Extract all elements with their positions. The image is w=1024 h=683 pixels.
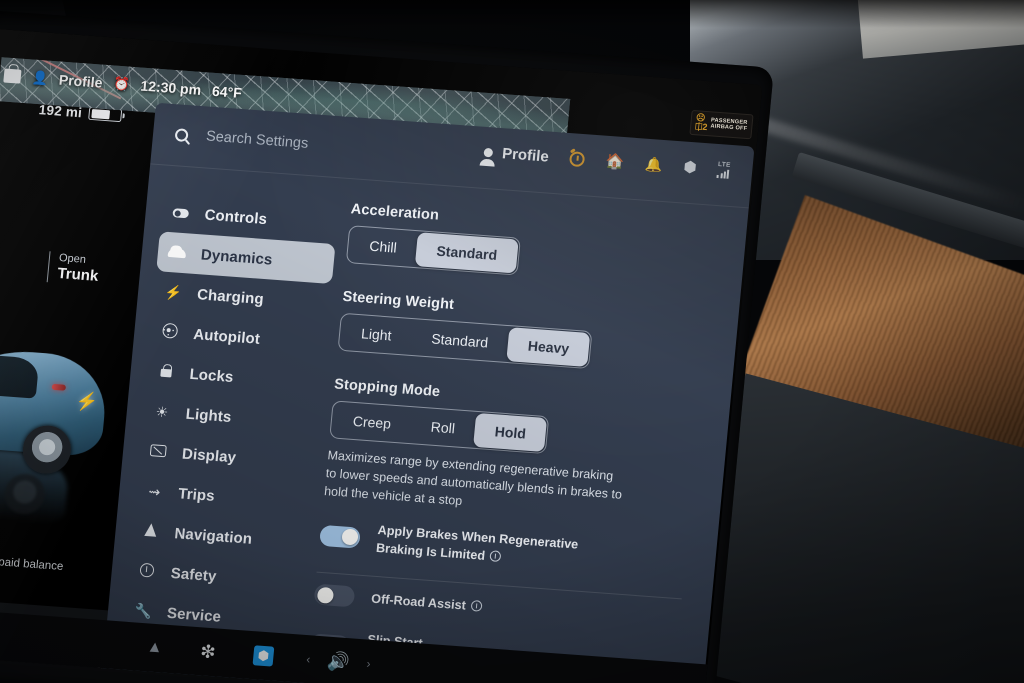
bluetooth-icon[interactable]: ⬢	[252, 645, 275, 667]
airbag-line-2: AIRBAG OFF	[710, 123, 748, 133]
wrench-icon: 🔧	[133, 601, 153, 620]
off-road-assist-label: Off-Road Assist	[370, 591, 467, 613]
map-time: 12:30 pm	[139, 77, 202, 98]
sidebar-item-label: Service	[166, 604, 222, 626]
signal-bars-icon[interactable]: LTE	[716, 160, 732, 179]
navigation-arrow-icon	[141, 522, 160, 540]
stopping-option-creep[interactable]: Creep	[331, 403, 412, 443]
warning-circle-icon	[137, 562, 157, 580]
passenger-airbag-off-icon: ☹ ⎅2 PASSENGER AIRBAG OFF	[689, 109, 754, 140]
fan-icon[interactable]: ❇	[199, 641, 217, 663]
stopping-mode-segmented-control[interactable]: Creep Roll Hold	[329, 400, 550, 455]
charging-bolt-icon: ⚡	[74, 390, 99, 413]
bluetooth-icon[interactable]: ⬢	[683, 158, 698, 177]
trips-icon: ⇝	[147, 482, 162, 500]
apply-brakes-label: Apply Brakes When Regenerative Braking I…	[375, 523, 579, 564]
trunk-word: Trunk	[56, 264, 100, 285]
chevron-left-icon[interactable]: ‹	[306, 652, 311, 666]
steering-wheel-icon	[160, 322, 180, 342]
stopping-option-hold[interactable]: Hold	[473, 412, 548, 452]
steering-weight-group: Steering Weight Light Standard Heavy	[337, 289, 709, 378]
lock-icon[interactable]	[3, 68, 22, 84]
screen-surface[interactable]: 192 mi Open Trunk ⚡ – Chec	[0, 28, 763, 683]
status-bar: Profile 🏠 🔔 ⬢ LTE	[483, 143, 731, 179]
alarm-clock-icon[interactable]	[569, 150, 586, 167]
stopping-mode-group: Stopping Mode Creep Roll Hold Maximizes …	[323, 376, 700, 527]
sidebar-item-label: Locks	[188, 365, 235, 386]
acceleration-option-chill[interactable]: Chill	[348, 227, 418, 266]
sidebar-item-label: Display	[181, 444, 237, 466]
search-settings-row[interactable]: Search Settings	[174, 126, 309, 152]
acceleration-group: Acceleration Chill Standard	[345, 201, 717, 290]
open-trunk-label[interactable]: Open Trunk	[46, 251, 101, 286]
network-type-label: LTE	[717, 160, 732, 169]
acceleration-option-standard[interactable]: Standard	[415, 232, 519, 274]
sidebar-item-label: Charging	[196, 285, 265, 308]
sidebar-item-label: Lights	[185, 405, 233, 426]
search-input[interactable]: Search Settings	[205, 128, 309, 151]
toggle-icon	[171, 204, 190, 221]
bell-icon[interactable]: 🔔	[644, 155, 664, 173]
alarm-clock-icon: ⏰	[112, 75, 131, 92]
bolt-icon: ⚡	[163, 283, 183, 301]
steering-weight-segmented-control[interactable]: Light Standard Heavy	[337, 312, 593, 370]
steering-option-standard[interactable]: Standard	[410, 320, 510, 361]
center-touchscreen[interactable]: 192 mi Open Trunk ⚡ – Chec	[0, 10, 784, 683]
info-icon[interactable]	[470, 599, 483, 612]
map-temperature: 64°F	[211, 82, 243, 101]
stopping-option-roll[interactable]: Roll	[409, 408, 476, 447]
acceleration-segmented-control[interactable]: Chill Standard	[345, 225, 521, 276]
person-icon: 👤	[31, 69, 49, 86]
tail-lamp	[51, 383, 67, 391]
sun-lights-icon: ☀	[154, 402, 170, 420]
chevron-right-icon[interactable]: ›	[366, 657, 371, 671]
steering-option-light[interactable]: Light	[340, 315, 413, 354]
sidebar-item-label: Navigation	[173, 524, 253, 548]
volume-icon[interactable]: 🔊	[326, 650, 350, 673]
sidebar-item-label: Safety	[170, 564, 218, 585]
vehicle-render[interactable]: ⚡	[0, 326, 122, 528]
profile-button[interactable]: Profile	[483, 143, 550, 166]
person-icon	[483, 147, 494, 157]
home-icon[interactable]: 🏠	[605, 152, 625, 171]
map-profile-label[interactable]: Profile	[58, 72, 103, 91]
map-overlay-status: 👤 Profile ⏰ 12:30 pm 64°F	[3, 68, 242, 101]
seat-heater-icon[interactable]: ▲	[146, 638, 163, 657]
airbag-glyph: ☹ ⎅2	[694, 112, 708, 133]
photo-scene: 192 mi Open Trunk ⚡ – Chec	[0, 0, 1024, 683]
airbag-text: PASSENGER AIRBAG OFF	[710, 117, 748, 133]
steering-option-heavy[interactable]: Heavy	[506, 327, 591, 367]
sidebar-item-label: Controls	[203, 206, 268, 228]
info-icon[interactable]	[489, 550, 502, 563]
lock-icon	[156, 363, 175, 380]
off-road-assist-toggle[interactable]	[313, 583, 356, 608]
sidebar-item-label: Trips	[177, 484, 216, 505]
profile-label: Profile	[501, 144, 550, 166]
car-icon	[167, 244, 187, 261]
search-icon[interactable]	[174, 127, 189, 142]
dynamics-settings-content: Acceleration Chill Standard Steering Wei…	[299, 179, 749, 683]
sidebar-item-label: Dynamics	[200, 245, 274, 269]
apply-brakes-toggle[interactable]	[319, 524, 361, 549]
settings-panel[interactable]: Search Settings Profile 🏠 🔔 ⬢ LTE Contro…	[99, 102, 755, 683]
sidebar-item-label: Autopilot	[192, 325, 261, 348]
display-icon	[148, 443, 167, 460]
